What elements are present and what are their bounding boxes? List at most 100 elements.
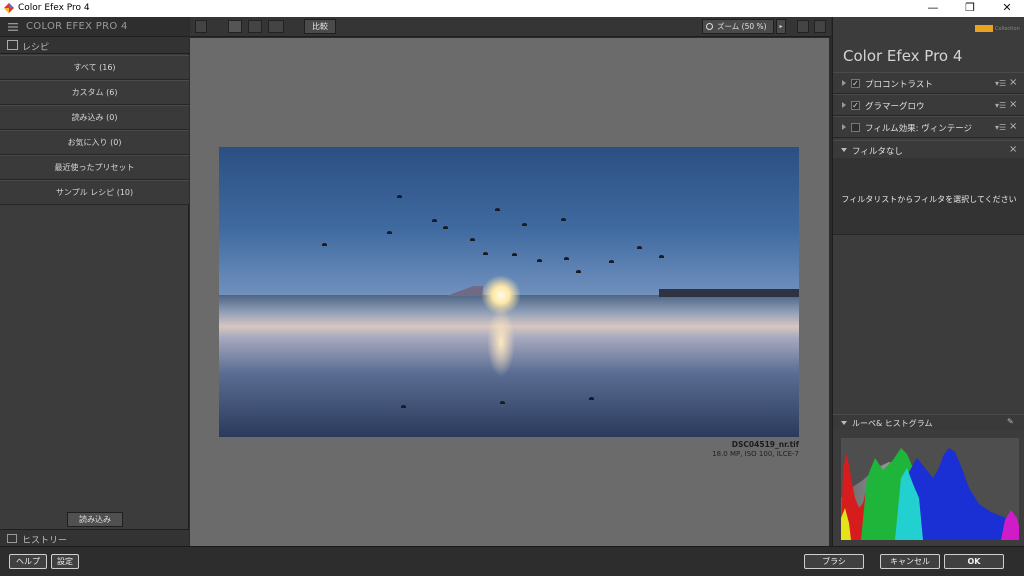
image-sun-reflection bbox=[487, 307, 515, 377]
panel-toggle-icon[interactable] bbox=[195, 20, 207, 33]
recipes-section-header[interactable]: レシピ bbox=[0, 37, 189, 54]
nik-logo-icon bbox=[975, 25, 993, 32]
image-bird bbox=[397, 195, 402, 198]
histogram bbox=[841, 438, 1019, 540]
image-bird bbox=[443, 226, 448, 229]
image-bird bbox=[537, 259, 542, 262]
filter-checkbox[interactable]: ✓ bbox=[851, 101, 860, 110]
hamburger-menu-icon[interactable] bbox=[8, 23, 18, 31]
filter-menu-icon[interactable]: ▾☰ bbox=[995, 101, 1006, 110]
expand-arrow-icon[interactable] bbox=[842, 102, 846, 108]
remove-filter-icon[interactable]: × bbox=[1009, 121, 1017, 132]
single-view-icon[interactable] bbox=[228, 20, 242, 33]
expand-arrow-icon[interactable] bbox=[842, 124, 846, 130]
image-bird bbox=[432, 219, 437, 222]
collapse-arrow-icon[interactable] bbox=[841, 148, 847, 152]
file-metadata: 18.0 MP, ISO 100, ILCE-7 bbox=[712, 450, 799, 458]
image-bird bbox=[500, 401, 505, 404]
history-section-header[interactable]: ヒストリー bbox=[0, 529, 189, 546]
product-title-version: 4 bbox=[952, 47, 963, 65]
filter-menu-icon[interactable]: ▾☰ bbox=[995, 123, 1006, 132]
recipe-item-all[interactable]: すべて (16) bbox=[0, 55, 189, 80]
cancel-button[interactable]: キャンセル bbox=[880, 554, 940, 569]
filter-checkbox[interactable]: ✓ bbox=[851, 79, 860, 88]
preview-canvas[interactable]: DSC04519_nr.tif 18.0 MP, ISO 100, ILCE-7 bbox=[190, 38, 829, 546]
no-filter-message: フィルタリストからフィルタを選択してください bbox=[841, 195, 1017, 204]
image-bird bbox=[637, 246, 642, 249]
filter-checkbox[interactable] bbox=[851, 123, 860, 132]
image-bird bbox=[495, 208, 500, 211]
side-by-side-view-icon[interactable] bbox=[268, 20, 284, 33]
preview-toolbar: 比較 ズーム (50 %) ▸ bbox=[190, 17, 831, 37]
image-bird bbox=[322, 243, 327, 246]
compare-button[interactable]: 比較 bbox=[304, 19, 336, 34]
pin-icon[interactable]: ✎ bbox=[1007, 417, 1014, 426]
image-bird bbox=[522, 223, 527, 226]
zoom-arrow-icon[interactable]: ▸ bbox=[776, 19, 786, 34]
load-button[interactable]: 読み込み bbox=[67, 512, 123, 527]
recipe-item-recent[interactable]: 最近使ったプリセット bbox=[0, 155, 189, 180]
collapse-arrow-icon[interactable] bbox=[841, 421, 847, 425]
history-label: ヒストリー bbox=[22, 536, 68, 546]
app-icon bbox=[4, 3, 14, 13]
loupe-histogram-header[interactable]: ルーペ& ヒストグラム ✎ bbox=[833, 414, 1024, 430]
filter-label: プロコントラスト bbox=[865, 80, 933, 90]
image-mountain bbox=[443, 286, 483, 296]
no-filter-header[interactable]: フィルタなし × bbox=[833, 140, 1024, 158]
remove-filter-icon[interactable]: × bbox=[1009, 144, 1017, 155]
window-title: Color Efex Pro 4 bbox=[18, 3, 90, 13]
help-button[interactable]: ヘルプ bbox=[9, 554, 47, 569]
remove-filter-icon[interactable]: × bbox=[1009, 77, 1017, 88]
image-bird bbox=[387, 231, 392, 234]
image-bird bbox=[576, 270, 581, 273]
left-panel: COLOR EFEX PRO 4 レシピ すべて (16) カスタム (6) 読… bbox=[0, 17, 189, 546]
close-button[interactable]: ✕ bbox=[990, 0, 1024, 17]
filter-label: グラマーグロウ bbox=[865, 102, 925, 112]
window-title-bar: Color Efex Pro 4 — ❐ ✕ bbox=[0, 0, 1024, 17]
loupe-histogram-label: ルーペ& ヒストグラム bbox=[852, 419, 933, 428]
no-filter-label: フィルタなし bbox=[852, 147, 903, 157]
brush-button[interactable]: ブラシ bbox=[804, 554, 864, 569]
zoom-dropdown[interactable]: ズーム (50 %) bbox=[702, 19, 774, 34]
recipes-label: レシピ bbox=[22, 43, 50, 53]
zoom-label: ズーム (50 %) bbox=[717, 22, 767, 31]
image-bird bbox=[483, 252, 488, 255]
product-title-name: Color Efex Pro bbox=[843, 47, 949, 65]
product-title: Color Efex Pro 4 bbox=[843, 47, 962, 65]
settings-button[interactable]: 設定 bbox=[51, 554, 79, 569]
file-name: DSC04519_nr.tif bbox=[731, 440, 799, 449]
image-bird bbox=[659, 255, 664, 258]
image-bird bbox=[564, 257, 569, 260]
maximize-button[interactable]: ❐ bbox=[953, 0, 987, 17]
right-panel: Collection Color Efex Pro 4 ✓ プロコントラスト ▾… bbox=[832, 17, 1024, 546]
filter-menu-icon[interactable]: ▾☰ bbox=[995, 79, 1006, 88]
recipe-item-custom[interactable]: カスタム (6) bbox=[0, 80, 189, 105]
image-bird bbox=[609, 260, 614, 263]
magnifier-icon bbox=[706, 23, 713, 30]
history-icon bbox=[7, 534, 17, 543]
no-filter-panel: フィルタリストからフィルタを選択してください bbox=[833, 158, 1024, 235]
image-shoreline bbox=[659, 289, 799, 297]
ok-button[interactable]: OK bbox=[944, 554, 1004, 569]
collection-label: Collection bbox=[995, 26, 1020, 32]
filter-row-glamour-glow[interactable]: ✓ グラマーグロウ ▾☰ × bbox=[833, 94, 1024, 116]
recipe-item-sample[interactable]: サンプル レシピ (10) bbox=[0, 180, 189, 205]
filter-label: フィルム効果: ヴィンテージ bbox=[865, 124, 973, 134]
image-bird bbox=[561, 218, 566, 221]
split-view-icon[interactable] bbox=[248, 20, 262, 33]
brand-label: COLOR EFEX PRO 4 bbox=[26, 21, 128, 32]
preview-image[interactable] bbox=[219, 147, 799, 437]
remove-filter-icon[interactable]: × bbox=[1009, 99, 1017, 110]
expand-arrow-icon[interactable] bbox=[842, 80, 846, 86]
background-toggle-icon[interactable] bbox=[797, 20, 809, 33]
recipe-item-imported[interactable]: 読み込み (0) bbox=[0, 105, 189, 130]
image-bird bbox=[470, 238, 475, 241]
filter-row-film-vintage[interactable]: フィルム効果: ヴィンテージ ▾☰ × bbox=[833, 116, 1024, 138]
recipe-item-favorites[interactable]: お気に入り (0) bbox=[0, 130, 189, 155]
bottom-bar: ヘルプ 設定 ブラシ キャンセル OK bbox=[0, 546, 1024, 576]
filter-row-pro-contrast[interactable]: ✓ プロコントラスト ▾☰ × bbox=[833, 72, 1024, 94]
panel-toggle-right-icon[interactable] bbox=[814, 20, 826, 33]
minimize-button[interactable]: — bbox=[916, 0, 950, 17]
recipe-icon bbox=[7, 40, 18, 50]
left-panel-header: COLOR EFEX PRO 4 bbox=[0, 17, 189, 37]
